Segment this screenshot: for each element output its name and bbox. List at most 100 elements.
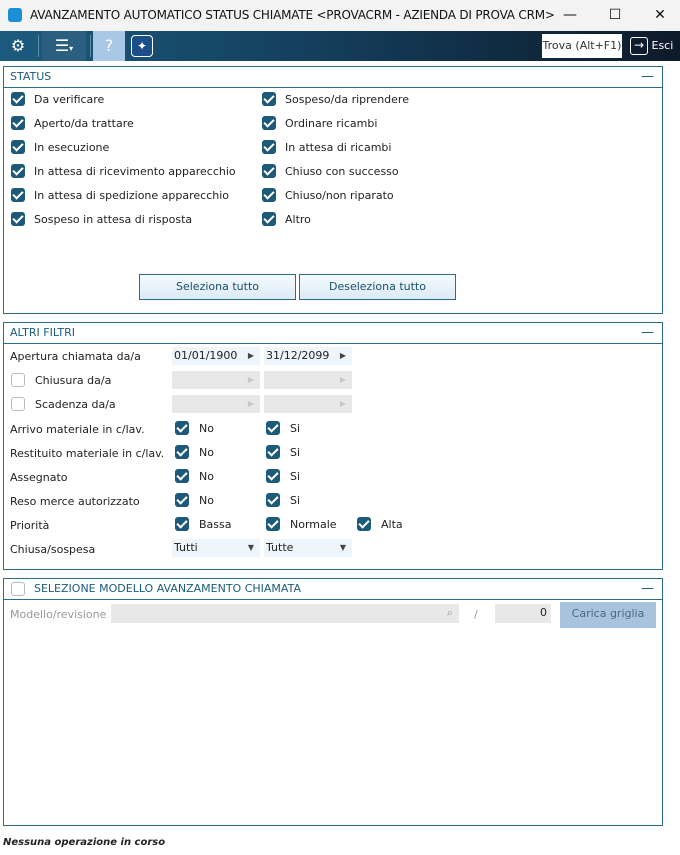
filter-checkbox[interactable] (175, 493, 189, 507)
model-label: Modello/revisione (10, 608, 107, 621)
filter-option-label: No (199, 446, 214, 459)
status-label: Altro (285, 213, 311, 226)
status-checkbox[interactable] (262, 164, 276, 178)
separator: / (474, 608, 478, 621)
status-checkbox[interactable] (11, 92, 25, 106)
find-button[interactable]: Trova (Alt+F1) (542, 34, 622, 58)
panel-title: SELEZIONE MODELLO AVANZAMENTO CHIAMATA (34, 582, 301, 595)
filter-label: Priorità (10, 519, 50, 532)
status-checkbox[interactable] (262, 92, 276, 106)
scadenza-label: Scadenza da/a (35, 398, 116, 411)
chiusura-to-field[interactable]: ▶ (264, 371, 352, 389)
filter-checkbox[interactable] (175, 421, 189, 435)
status-checkbox[interactable] (262, 188, 276, 202)
divider (38, 35, 39, 57)
arrow-right-icon: ▶ (339, 351, 346, 360)
menu-icon[interactable]: ☰▾ (42, 31, 86, 61)
model-panel-header: SELEZIONE MODELLO AVANZAMENTO CHIAMATA — (4, 579, 662, 600)
select-value: Tutti (174, 541, 198, 554)
app-icon (8, 8, 22, 22)
model-field[interactable]: ⌕ (111, 604, 459, 623)
status-checkbox[interactable] (11, 164, 25, 178)
deselect-all-button[interactable]: Deseleziona tutto (299, 274, 456, 300)
filter-label: Assegnato (10, 471, 68, 484)
filter-option-label: Si (290, 446, 301, 459)
status-label: Sospeso/da riprendere (285, 93, 409, 106)
exit-icon: → (630, 37, 648, 55)
status-checkbox[interactable] (11, 212, 25, 226)
status-checkbox[interactable] (11, 140, 25, 154)
apertura-from-field[interactable]: 01/01/1900 ▶ (172, 347, 260, 365)
filter-checkbox[interactable] (357, 517, 371, 531)
select-value: Tutte (266, 541, 294, 554)
model-enable-checkbox[interactable] (11, 582, 25, 596)
filter-option-label: Si (290, 422, 301, 435)
filter-label: Restituito materiale in c/lav. (10, 447, 165, 460)
filter-option-label: Si (290, 470, 301, 483)
apertura-to-field[interactable]: 31/12/2099 ▶ (264, 347, 352, 365)
collapse-button[interactable]: — (641, 67, 654, 87)
filter-checkbox[interactable] (266, 493, 280, 507)
divider (90, 35, 91, 57)
filter-checkbox[interactable] (266, 469, 280, 483)
filter-option-label: No (199, 470, 214, 483)
scadenza-to-field[interactable]: ▶ (264, 395, 352, 413)
filter-checkbox[interactable] (175, 445, 189, 459)
chiusura-checkbox[interactable] (11, 373, 25, 387)
model-panel: SELEZIONE MODELLO AVANZAMENTO CHIAMATA — … (3, 578, 663, 826)
chiusa-label: Chiusa/sospesa (10, 543, 96, 556)
chiusura-from-field[interactable]: ▶ (172, 371, 260, 389)
status-label: Da verificare (34, 93, 105, 106)
status-label: Aperto/da trattare (34, 117, 134, 130)
close-button[interactable]: ✕ (645, 4, 675, 26)
arrow-right-icon: ▶ (247, 375, 254, 384)
status-checkbox[interactable] (262, 212, 276, 226)
window-title: AVANZAMENTO AUTOMATICO STATUS CHIAMATE <… (30, 8, 555, 22)
filter-option-label: Normale (290, 518, 337, 531)
title-bar: AVANZAMENTO AUTOMATICO STATUS CHIAMATE <… (0, 0, 680, 31)
filter-checkbox[interactable] (266, 517, 280, 531)
scadenza-checkbox[interactable] (11, 397, 25, 411)
filter-option-label: Si (290, 494, 301, 507)
apertura-label: Apertura chiamata da/a (10, 350, 141, 363)
status-label: Sospeso in attesa di risposta (34, 213, 193, 226)
status-checkbox[interactable] (262, 140, 276, 154)
status-checkbox[interactable] (262, 116, 276, 130)
status-checkbox[interactable] (11, 188, 25, 202)
collapse-button[interactable]: — (641, 323, 654, 343)
collapse-button[interactable]: — (641, 579, 654, 599)
filter-checkbox[interactable] (175, 469, 189, 483)
status-label: In attesa di ricambi (285, 141, 392, 154)
load-grid-button[interactable]: Carica griglia (560, 602, 656, 628)
filters-panel: ALTRI FILTRI — Apertura chiamata da/a 01/… (3, 322, 663, 570)
minimize-button[interactable]: — (555, 4, 585, 26)
select-all-button[interactable]: Seleziona tutto (139, 274, 296, 300)
filter-option-label: No (199, 422, 214, 435)
status-checkbox[interactable] (11, 116, 25, 130)
status-label: In attesa di ricevimento apparecchio (34, 165, 236, 178)
chiusa-select-2[interactable]: Tutte ▼ (264, 539, 352, 557)
exit-button[interactable]: → Esci (630, 31, 673, 61)
chevron-down-icon: ▼ (247, 543, 254, 552)
date-value: 31/12/2099 (266, 349, 330, 362)
filter-checkbox[interactable] (266, 445, 280, 459)
status-label: Chiuso/non riparato (285, 189, 394, 202)
filter-checkbox[interactable] (266, 421, 280, 435)
status-label: Ordinare ricambi (285, 117, 378, 130)
chiusura-label: Chiusura da/a (35, 374, 112, 387)
revision-field[interactable]: 0 (495, 604, 551, 623)
filter-checkbox[interactable] (175, 517, 189, 531)
status-label: In attesa di spedizione apparecchio (34, 189, 230, 202)
gear-icon[interactable]: ⚙ (4, 31, 32, 61)
sparkle-icon[interactable]: ✦ (131, 35, 153, 57)
chiusa-select-1[interactable]: Tutti ▼ (172, 539, 260, 557)
arrow-right-icon: ▶ (339, 375, 346, 384)
status-panel: STATUS — Da verificare Aperto/da trattare I… (3, 66, 663, 314)
chevron-down-icon: ▼ (339, 543, 346, 552)
filter-label: Reso merce autorizzato (10, 495, 140, 508)
maximize-button[interactable]: ☐ (600, 4, 630, 26)
help-icon[interactable]: ? (93, 31, 125, 61)
scadenza-from-field[interactable]: ▶ (172, 395, 260, 413)
status-label: Chiuso con successo (285, 165, 399, 178)
panel-title: STATUS (10, 70, 52, 83)
